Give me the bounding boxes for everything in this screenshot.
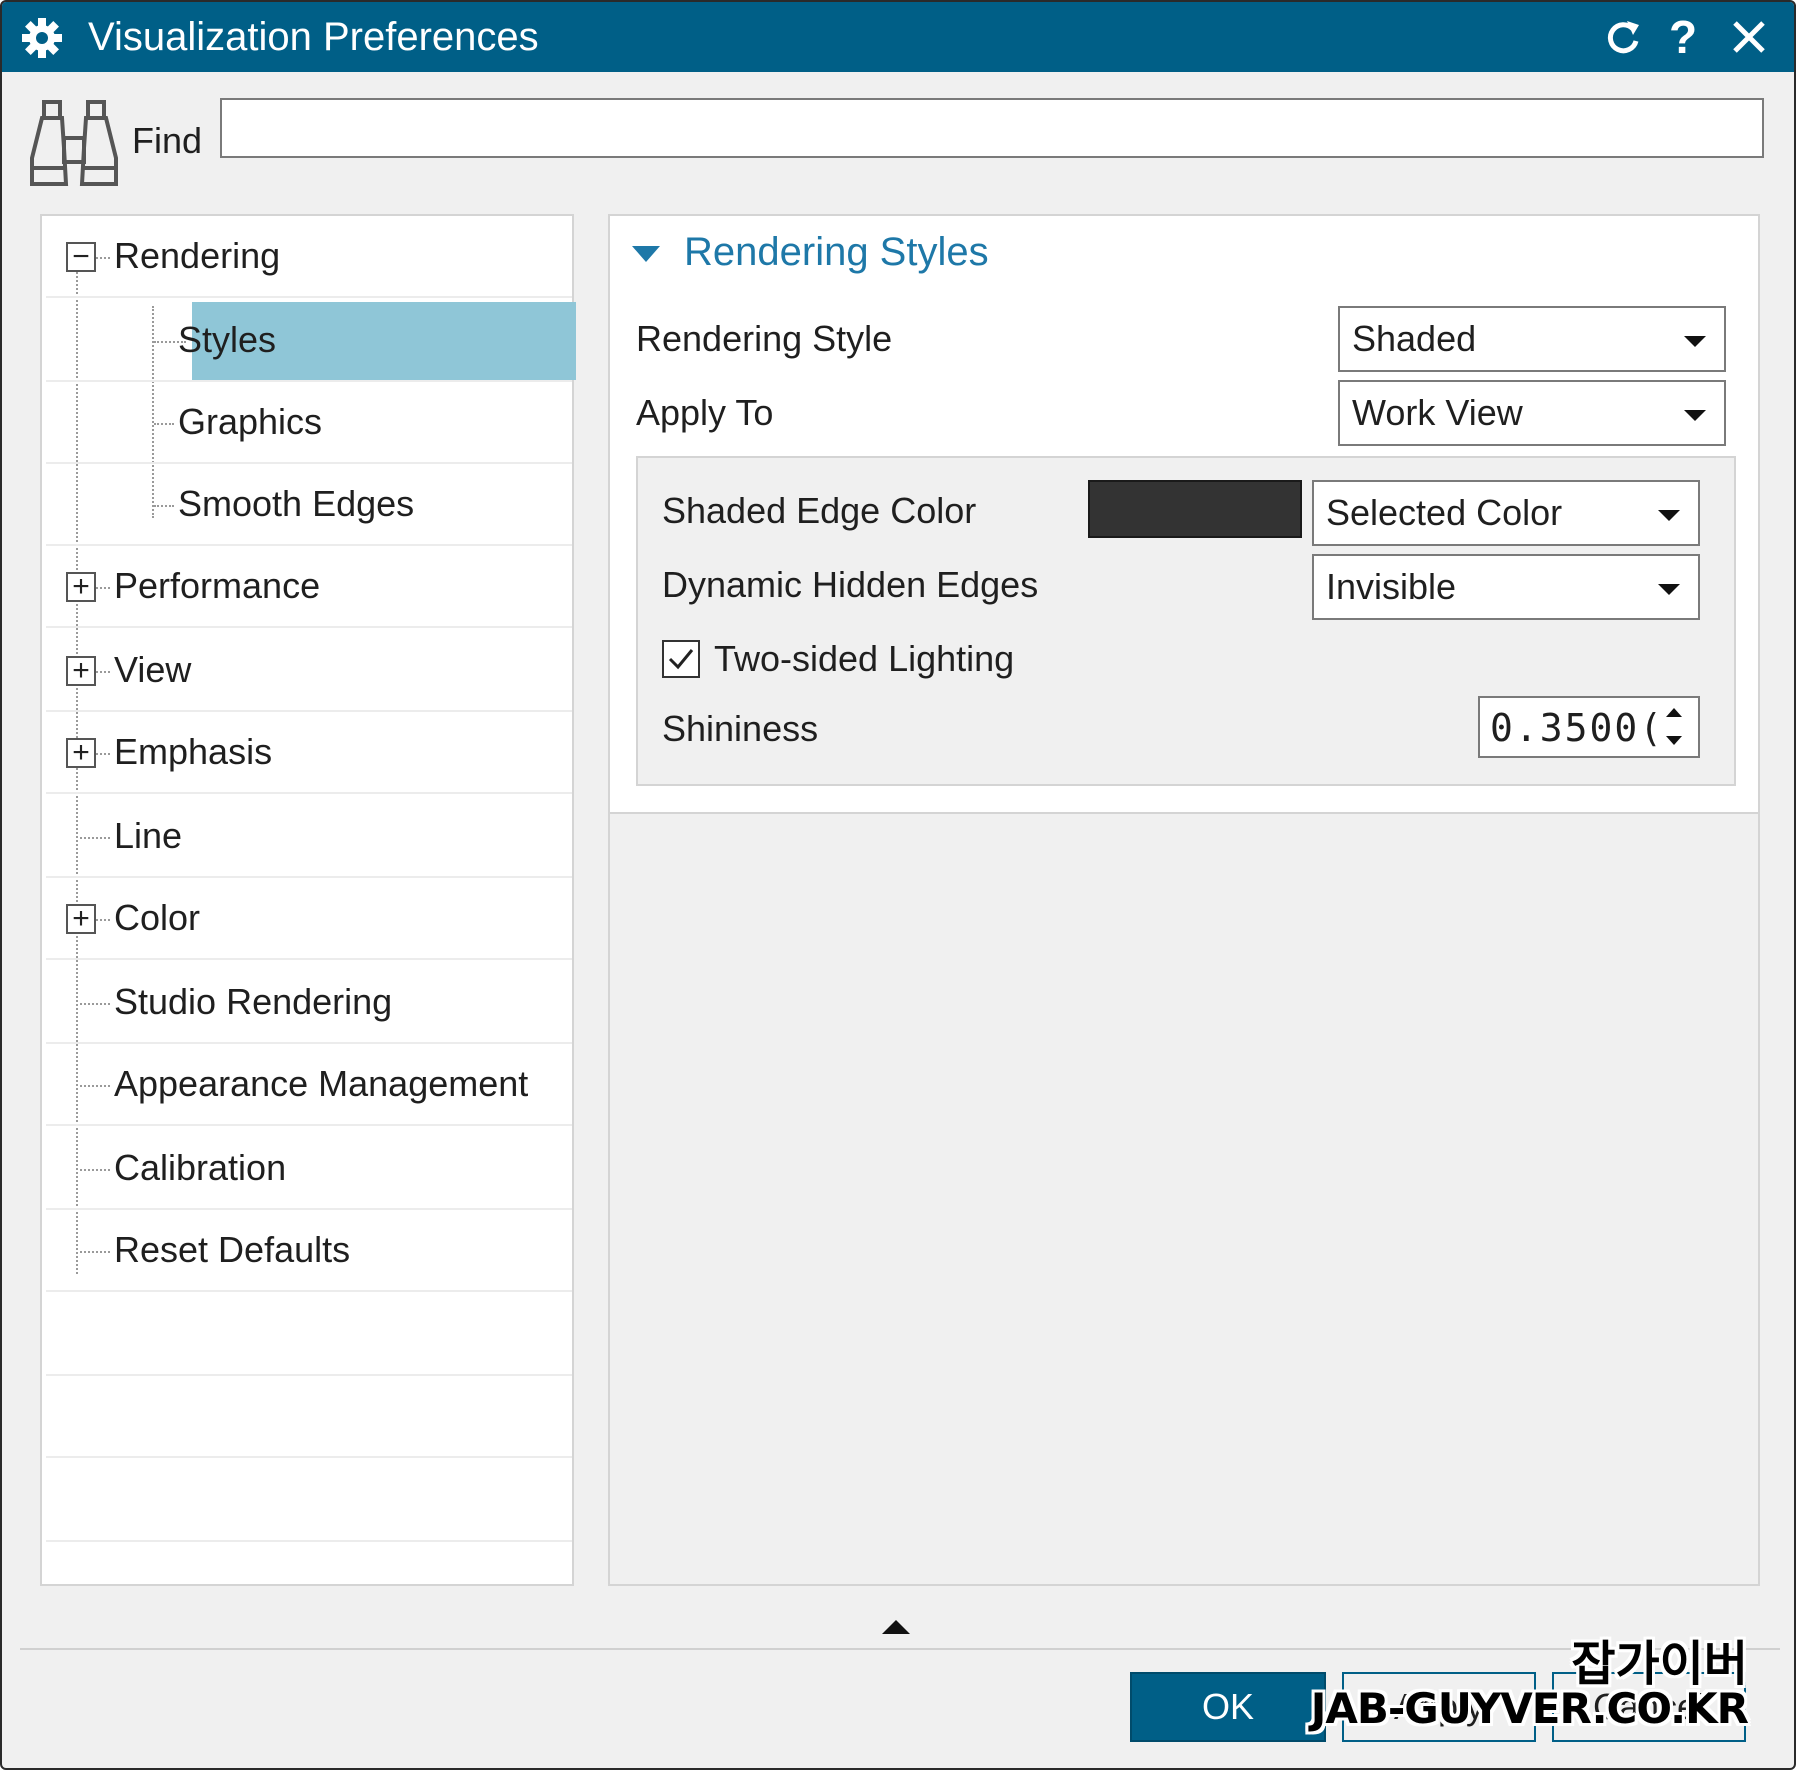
tree-item-rendering[interactable]: − Rendering <box>46 216 572 298</box>
tree-item-calibration[interactable]: Calibration <box>46 1128 572 1210</box>
find-label: Find <box>132 120 203 161</box>
tree-connector <box>80 1169 110 1171</box>
tree-item-styles[interactable]: Styles <box>46 300 576 382</box>
tree-item-label: Appearance Management <box>114 1063 529 1104</box>
find-input[interactable] <box>220 98 1764 158</box>
checkmark-icon <box>668 649 694 670</box>
tree-connector <box>154 505 174 507</box>
help-button[interactable]: ? <box>1658 11 1708 63</box>
apply-to-label: Apply To <box>636 392 774 433</box>
collapse-arrow-icon[interactable] <box>882 1620 910 1634</box>
tree-item-label: Reset Defaults <box>114 1229 351 1270</box>
two-sided-lighting-checkbox[interactable] <box>662 640 700 678</box>
tree-item-line[interactable]: Line <box>46 796 572 878</box>
tree-item-label: Color <box>114 897 201 938</box>
tree-empty-row <box>46 1294 572 1376</box>
tree-empty-row <box>46 1460 572 1542</box>
expander-glyph: + <box>72 902 90 935</box>
tree-item-label: Line <box>114 815 183 856</box>
tree-item-appearance-management[interactable]: Appearance Management <box>46 1044 572 1126</box>
spin-down-icon[interactable] <box>1666 736 1682 745</box>
tree-empty-row <box>46 1376 572 1458</box>
tree-item-view[interactable]: + View <box>46 630 572 712</box>
chevron-down-icon <box>1684 410 1706 421</box>
expand-icon[interactable]: + <box>66 738 96 768</box>
two-sided-lighting-label[interactable]: Two-sided Lighting <box>714 638 1014 680</box>
dynamic-hidden-edges-label: Dynamic Hidden Edges <box>662 564 1039 605</box>
tree-item-label: View <box>114 649 192 690</box>
tree-connector <box>96 671 110 673</box>
tree-connector <box>154 423 174 425</box>
dropdown-value: Shaded <box>1352 318 1477 359</box>
tree-connector <box>96 919 110 921</box>
tree-item-label: Styles <box>178 319 277 360</box>
tree-connector <box>96 753 110 755</box>
expand-icon[interactable]: + <box>66 656 96 686</box>
rendering-style-dropdown[interactable]: Shaded <box>1338 306 1726 372</box>
tree-item-emphasis[interactable]: + Emphasis <box>46 712 572 794</box>
shaded-edge-color-dropdown[interactable]: Selected Color <box>1312 480 1700 546</box>
shininess-value: 0.3500( <box>1490 706 1665 750</box>
dropdown-value: Work View <box>1352 392 1523 433</box>
help-icon: ? <box>1668 11 1698 63</box>
dropdown-value: Invisible <box>1326 566 1457 607</box>
tree-connector <box>80 837 110 839</box>
dropdown-value: Selected Color <box>1326 492 1563 533</box>
expander-glyph: − <box>72 240 90 273</box>
expander-glyph: + <box>72 570 90 603</box>
tree-connector <box>96 587 110 589</box>
section-title[interactable]: Rendering Styles <box>684 230 989 275</box>
tree-item-smooth-edges[interactable]: Smooth Edges <box>46 464 572 546</box>
title-bar[interactable]: Visualization Preferences ? <box>2 2 1794 72</box>
watermark-url: JAB-GUYVER.CO.KR <box>1310 1684 1749 1733</box>
close-icon <box>1733 21 1765 53</box>
reset-button[interactable] <box>1598 12 1648 62</box>
rendering-style-label: Rendering Style <box>636 318 893 359</box>
gear-icon <box>22 18 62 58</box>
edge-color-swatch[interactable] <box>1088 480 1302 538</box>
visualization-preferences-dialog: Visualization Preferences ? Find − Rende… <box>0 0 1796 1770</box>
tree-item-performance[interactable]: + Performance <box>46 546 572 628</box>
tree-item-label: Graphics <box>178 401 323 442</box>
tree-connector <box>80 1085 110 1087</box>
chevron-down-icon <box>1658 584 1680 595</box>
expander-glyph: + <box>72 654 90 687</box>
tree-connector <box>96 257 110 259</box>
shaded-edge-color-label: Shaded Edge Color <box>662 490 977 531</box>
tree-item-label: Emphasis <box>114 731 273 772</box>
close-button[interactable] <box>1724 12 1774 62</box>
tree-item-label: Studio Rendering <box>114 981 393 1022</box>
tree-item-graphics[interactable]: Graphics <box>46 382 572 464</box>
expand-icon[interactable]: + <box>66 572 96 602</box>
shininess-label: Shininess <box>662 708 819 749</box>
shininess-spinner[interactable]: 0.3500( <box>1478 696 1700 758</box>
spin-up-icon[interactable] <box>1666 708 1682 717</box>
tree-connector <box>80 1251 110 1253</box>
dynamic-hidden-edges-dropdown[interactable]: Invisible <box>1312 554 1700 620</box>
tree-item-label: Rendering <box>114 235 281 276</box>
settings-panel: Rendering Styles Rendering Style Shaded … <box>608 214 1760 1586</box>
expand-icon[interactable]: + <box>66 904 96 934</box>
footer-divider <box>20 1648 1780 1650</box>
ok-button[interactable]: OK <box>1130 1672 1326 1742</box>
chevron-down-icon <box>1658 510 1680 521</box>
tree-item-studio-rendering[interactable]: Studio Rendering <box>46 962 572 1044</box>
tree-item-color[interactable]: + Color <box>46 878 572 960</box>
apply-to-dropdown[interactable]: Work View <box>1338 380 1726 446</box>
tree-item-label: Calibration <box>114 1147 287 1188</box>
chevron-down-icon <box>1684 336 1706 347</box>
rendering-styles-section: Rendering Styles Rendering Style Shaded … <box>610 216 1758 814</box>
dialog-title: Visualization Preferences <box>88 15 539 59</box>
tree-item-reset-defaults[interactable]: Reset Defaults <box>46 1210 572 1292</box>
tree-connector <box>80 1003 110 1005</box>
preferences-tree[interactable]: − Rendering Styles Graphics Smooth Edges… <box>40 214 576 1586</box>
tree-item-label: Smooth Edges <box>178 483 415 524</box>
shaded-options-group: Shaded Edge Color Selected Color Dynamic… <box>636 456 1736 786</box>
tree-item-label: Performance <box>114 565 321 606</box>
section-collapse-icon[interactable] <box>632 246 660 262</box>
expander-glyph: + <box>72 736 90 769</box>
binoculars-icon <box>30 100 118 186</box>
collapse-icon[interactable]: − <box>66 242 96 272</box>
reset-icon <box>1607 21 1639 54</box>
